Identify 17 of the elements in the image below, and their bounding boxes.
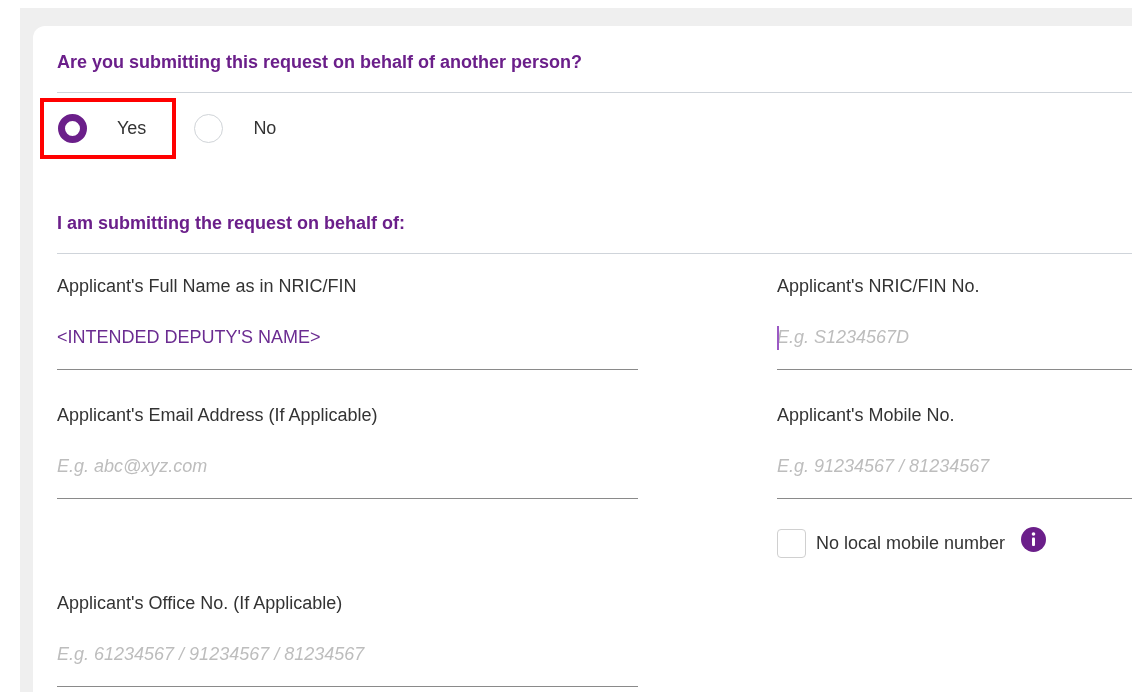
radio-option[interactable]: No [194, 114, 277, 143]
checkbox-label: No local mobile number [816, 532, 1006, 555]
input-field[interactable]: E.g. 91234567 / 81234567 [777, 451, 1132, 499]
field-label: Applicant's Email Address (If Applicable) [57, 404, 379, 427]
input-field[interactable]: <INTENDED DEPUTY'S NAME> [57, 322, 638, 370]
section-heading: I am submitting the request on behalf of: [57, 212, 406, 235]
checkbox[interactable] [777, 529, 806, 558]
question-heading: Are you submitting this request on behalf of another person? [57, 51, 584, 74]
input-field[interactable]: E.g. S1234567D [777, 322, 1132, 370]
input-field[interactable]: E.g. abc@xyz.com [57, 451, 638, 499]
field-label: Applicant's NRIC/FIN No. [777, 275, 981, 298]
input-field[interactable]: E.g. 61234567 / 91234567 / 81234567 [57, 639, 638, 687]
field-label: Applicant's Office No. (If Applicable) [57, 592, 344, 615]
radio-option[interactable]: Yes [58, 114, 147, 143]
info-icon[interactable] [1021, 527, 1047, 552]
field-label: Applicant's Full Name as in NRIC/FIN [57, 275, 358, 298]
field-label: Applicant's Mobile No. [777, 404, 956, 427]
